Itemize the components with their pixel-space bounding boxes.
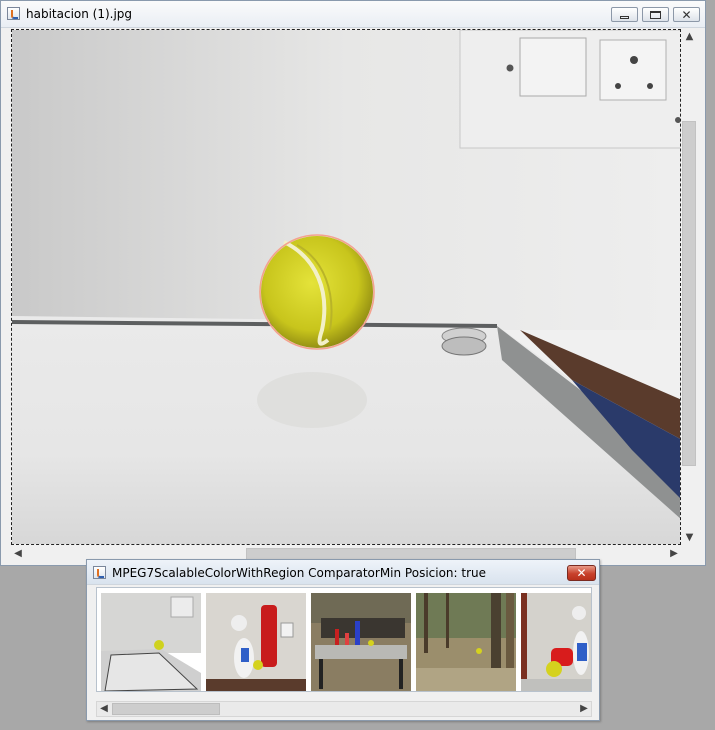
- close-icon: ✕: [681, 7, 692, 22]
- close-icon: ✕: [576, 566, 587, 580]
- results-window: MPEG7ScalableColorWithRegion ComparatorM…: [86, 559, 600, 721]
- results-horizontal-scrollbar[interactable]: ◀ ▶: [96, 701, 592, 717]
- scroll-left-arrow-icon[interactable]: ◀: [11, 547, 25, 561]
- vertical-scrollbar[interactable]: ▲ ▼: [681, 29, 698, 546]
- scroll-right-arrow-icon[interactable]: ▶: [667, 547, 681, 561]
- scroll-down-arrow-icon[interactable]: ▼: [681, 531, 698, 545]
- table-top: [12, 316, 680, 544]
- tennis-ball: [261, 236, 373, 348]
- maximize-button[interactable]: [642, 7, 669, 22]
- image-canvas[interactable]: [11, 29, 681, 545]
- result-thumbnail[interactable]: [521, 593, 591, 691]
- result-thumbnail[interactable]: [101, 593, 201, 691]
- scroll-left-arrow-icon[interactable]: ◀: [97, 702, 111, 716]
- scroll-up-arrow-icon[interactable]: ▲: [681, 30, 698, 44]
- result-thumbnail[interactable]: [206, 593, 306, 691]
- scroll-right-arrow-icon[interactable]: ▶: [577, 702, 591, 716]
- window-title: habitacion (1).jpg: [26, 7, 133, 21]
- image-window: habitacion (1).jpg ✕ ▲ ▼ ◀ ▶: [0, 0, 706, 566]
- thumbnail-strip: [96, 587, 592, 692]
- java-app-icon: [93, 566, 106, 579]
- result-thumbnail[interactable]: [311, 593, 411, 691]
- switch: [519, 37, 587, 97]
- results-close-button[interactable]: ✕: [567, 565, 596, 581]
- image-window-titlebar[interactable]: habitacion (1).jpg ✕: [1, 1, 705, 28]
- result-thumbnail[interactable]: [416, 593, 516, 691]
- close-button[interactable]: ✕: [673, 7, 700, 22]
- socket: [599, 39, 667, 101]
- vertical-scroll-thumb[interactable]: [682, 121, 696, 466]
- minimize-icon: [620, 15, 629, 19]
- query-image: [12, 30, 680, 544]
- maximize-icon: [650, 10, 661, 19]
- results-window-title: MPEG7ScalableColorWithRegion ComparatorM…: [112, 566, 487, 580]
- results-window-titlebar[interactable]: MPEG7ScalableColorWithRegion ComparatorM…: [87, 560, 599, 585]
- results-scroll-thumb[interactable]: [112, 703, 220, 715]
- java-app-icon: [7, 7, 20, 20]
- minimize-button[interactable]: [611, 7, 638, 22]
